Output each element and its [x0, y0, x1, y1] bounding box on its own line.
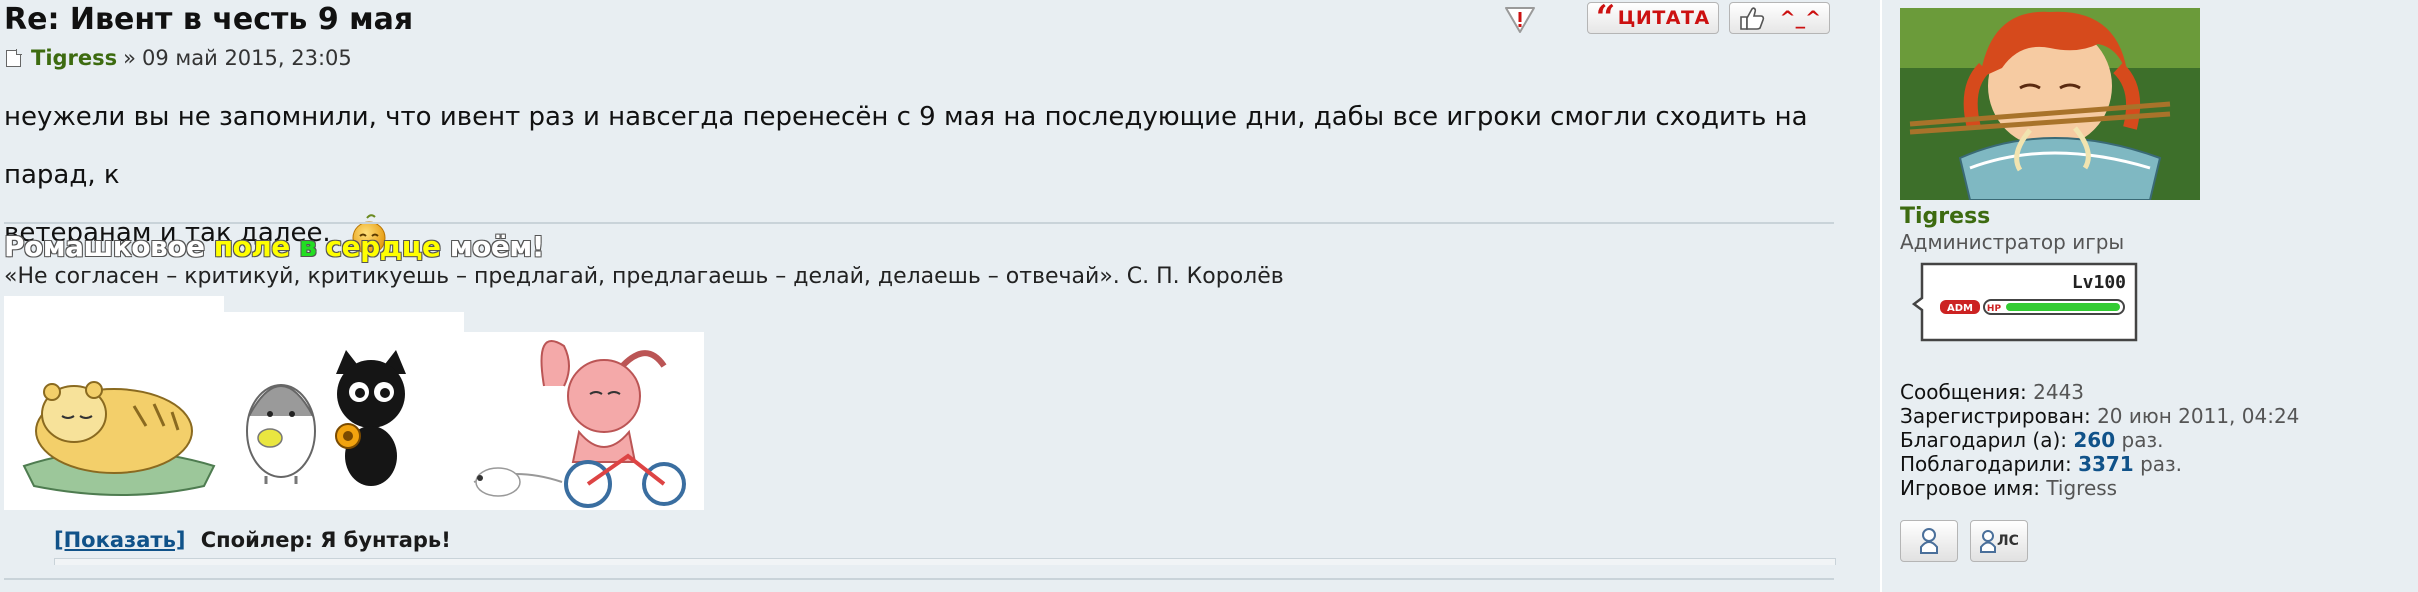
profile-username[interactable]: Tigress — [1900, 204, 1990, 229]
quote-mark-icon: “ — [1595, 0, 1616, 38]
profile-contact-buttons: ЛС — [1900, 520, 2028, 562]
signature-quote: «Не согласен – критикуй, критикуешь – пр… — [4, 264, 1284, 289]
spoiler-toggle-link[interactable]: [Показать] — [54, 528, 185, 552]
signature-word-5: моём! — [449, 230, 545, 264]
rank-badge-level: Lv100 — [2072, 272, 2126, 293]
report-button[interactable] — [1503, 2, 1537, 34]
stat-was-thanked: Поблагодарили: 3371 раз. — [1900, 452, 2299, 476]
stat-thanked-label: Благодарил (а): — [1900, 428, 2068, 452]
post-title[interactable]: Re: Ивент в честь 9 мая — [4, 0, 413, 40]
stat-game-name: Игровое имя: Tigress — [1900, 476, 2299, 500]
stat-game-name-label: Игровое имя: — [1900, 476, 2040, 500]
post-bottom-divider — [4, 578, 1834, 580]
post-buttons: “ ЦИТАТА ^_^ — [1503, 0, 1830, 36]
stat-registered-label: Зарегистрирован: — [1900, 404, 2091, 428]
private-message-button[interactable]: ЛС — [1970, 520, 2028, 562]
post-profile: Tigress Администратор игры Lv100 ADM HP … — [1900, 8, 2400, 562]
stat-posts-label: Сообщения: — [1900, 380, 2027, 404]
stat-thanked: Благодарил (а): 260 раз. — [1900, 428, 2299, 452]
stat-was-thanked-suffix: раз. — [2140, 452, 2183, 476]
quote-button-label: ЦИТАТА — [1617, 7, 1710, 29]
profile-button[interactable] — [1900, 520, 1958, 562]
pm-button-label: ЛС — [1997, 533, 2019, 549]
post: Re: Ивент в честь 9 мая Tigress » 09 май… — [0, 0, 1840, 592]
spoiler-header: [Показать] Спойлер: Я бунтарь! — [54, 528, 451, 552]
post-document-icon[interactable] — [6, 48, 22, 67]
stat-thanked-suffix: раз. — [2121, 428, 2164, 452]
profile-stats: Сообщения: 2443 Зарегистрирован: 20 июн … — [1900, 380, 2299, 500]
quote-button[interactable]: “ ЦИТАТА — [1586, 0, 1719, 38]
post-body-line-1: неужели вы не запомнили, что ивент раз и… — [4, 102, 1808, 190]
user-pm-icon — [1980, 530, 1997, 553]
user-avatar[interactable] — [1900, 8, 2200, 200]
signature-word-2: поле — [213, 230, 291, 264]
signature-title: Ромашковое поле в сердце моём! — [3, 230, 545, 264]
stat-game-name-value: Tigress — [2046, 476, 2118, 500]
user-icon — [1920, 528, 1938, 554]
spoiler-content-box — [54, 558, 1836, 565]
post-meta: Tigress » 09 май 2015, 23:05 — [6, 46, 352, 70]
thanks-button[interactable]: ^_^ — [1728, 2, 1830, 34]
signature-word-3: в — [299, 230, 318, 264]
signature-word-4: сердце — [325, 230, 442, 264]
signature-divider — [4, 222, 1834, 224]
stat-was-thanked-link[interactable]: 3371 — [2078, 452, 2134, 476]
profile-separator — [1880, 0, 1882, 592]
spoiler-title: Спойлер: Я бунтарь! — [200, 528, 451, 552]
profile-rank: Администратор игры — [1900, 230, 2125, 254]
report-icon — [1504, 7, 1535, 33]
signature-word-1: Ромашковое — [3, 230, 205, 264]
stat-registered-value: 20 июн 2011, 04:24 — [2097, 404, 2300, 428]
rank-badge-hp: HP — [1987, 304, 2002, 314]
stat-posts-value: 2443 — [2033, 380, 2085, 404]
post-date: 09 май 2015, 23:05 — [142, 46, 352, 70]
meta-separator: » — [123, 46, 137, 70]
rank-badge-tag: ADM — [1947, 303, 1973, 314]
stat-thanked-link[interactable]: 260 — [2073, 428, 2115, 452]
stat-registered: Зарегистрирован: 20 июн 2011, 04:24 — [1900, 404, 2299, 428]
post-author-link[interactable]: Tigress — [31, 46, 117, 70]
signature-banner-image — [4, 296, 704, 510]
thumbs-up-icon — [1739, 7, 1764, 30]
rank-badge-image: Lv100 ADM HP — [1912, 262, 2138, 342]
stat-posts: Сообщения: 2443 — [1900, 380, 2299, 404]
stat-was-thanked-label: Поблагодарили: — [1900, 452, 2072, 476]
thanks-button-label: ^_^ — [1779, 7, 1821, 29]
